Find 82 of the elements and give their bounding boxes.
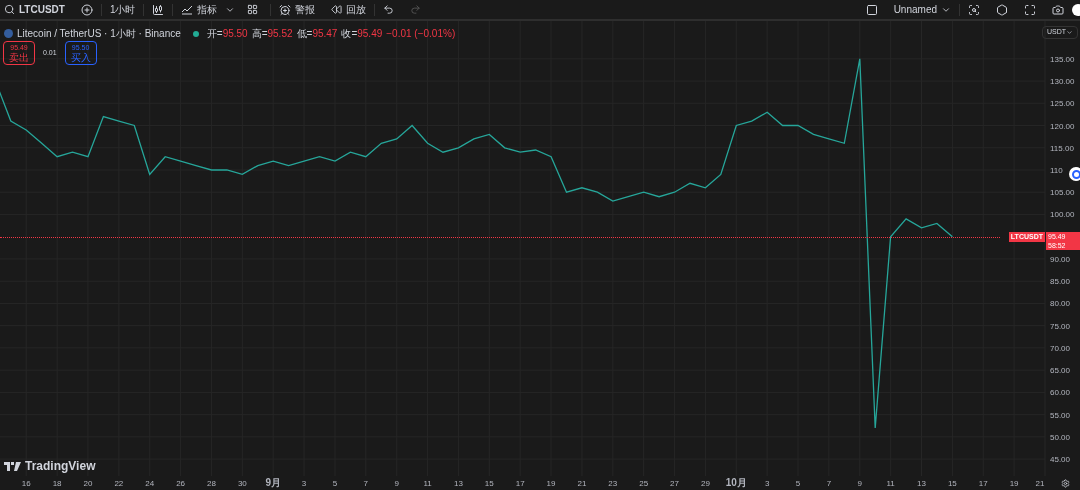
chart-title: Litecoin / TetherUS · 1小时 · Binance [17,27,181,41]
axis-label: 130.00 [1050,77,1075,87]
grid-icon[interactable] [247,4,259,15]
axis-label: 3 [764,479,770,488]
axis-label: 15 [947,479,957,488]
axis-label: 100.00 [1050,210,1075,220]
axis-label: 25 [639,479,649,488]
axis-label: 75.00 [1050,321,1071,331]
axis-label: 30 [237,479,247,488]
axis-label: 11 [423,479,432,488]
axis-label: 15 [484,479,494,488]
axis-label: 21 [577,479,587,488]
alarm-icon [279,3,292,16]
axis-label: 45.00 [1050,455,1071,465]
axis-label: 5 [795,479,801,488]
axis-label: 21 [1035,479,1045,488]
axis-label: 105.00 [1050,188,1075,198]
symbol-search[interactable]: LTCUSDT [4,2,73,17]
coin-icon [4,29,13,38]
axis-label: 125.00 [1050,99,1075,109]
axis-label: 9 [394,479,399,488]
axis-label: 90.00 [1050,254,1071,264]
axis-label: 13 [454,479,463,488]
axis-label: 13 [917,479,926,488]
axis-label: 9 [857,479,862,488]
logo-icon [4,461,21,471]
axis-label: 22 [114,479,124,488]
axis-label: 7 [826,479,832,488]
axis-label: 80.00 [1050,299,1071,309]
axis-label: 17 [978,479,988,488]
axis-label: 16 [21,479,31,488]
axis-label: 5 [332,479,338,488]
alerts-button[interactable]: 警报 [271,2,324,17]
ohlc-value: 开=95.50 [206,27,248,41]
axis-label: 3 [301,479,307,488]
refresh-icon[interactable] [1071,169,1080,179]
axis-label: 9月 [265,477,281,488]
axis-label: 29 [700,479,710,488]
layout-button[interactable]: Unnamed [889,2,941,17]
interval-button[interactable]: 1小时 [101,2,144,17]
axis-label: 60.00 [1050,388,1071,398]
rewind-icon [331,4,343,15]
axis-label: 20 [83,479,93,488]
axis-label: 110 [1050,166,1063,175]
axis-label: 18 [52,479,62,488]
add-icon[interactable] [80,3,93,16]
ohlc-value: 高=95.52 [251,27,293,41]
axis-label: 115.00 [1050,143,1074,153]
logo-text: TradingView [25,458,96,475]
axis-label: 19 [546,479,556,488]
search-icon [4,4,15,15]
axis-label: 27 [670,479,679,488]
axis-label: 65.00 [1050,366,1071,376]
axis-label: 28 [207,479,216,488]
axis-label: 19 [1009,479,1019,488]
chart-icon [181,4,194,15]
axis-label: 135.00 [1050,54,1075,64]
chevron-icon [1066,28,1073,36]
camera-icon[interactable] [1052,3,1064,16]
axis-label: 11 [886,479,895,488]
axis-label: 26 [176,479,186,488]
axis-label: 7 [363,479,369,488]
ohlc-value: 收=95.49 [341,27,383,41]
price-change: −0.01 (−0.01%) [386,27,456,41]
axis-label: 50.00 [1050,432,1071,442]
ohlc-value: 低=95.47 [296,27,338,41]
axis-label: 55.00 [1050,410,1071,420]
axis-label: 120.00 [1050,121,1075,131]
avatar[interactable] [1072,3,1080,16]
candles-icon[interactable] [152,3,165,16]
indicators-button[interactable]: 指标 [173,2,226,17]
axis-label: 85.00 [1050,277,1071,287]
axis-label: 23 [608,479,618,488]
axis-label: 17 [515,479,525,488]
axis-label: 10月 [725,477,747,488]
square-icon[interactable] [865,3,878,16]
fullscreen-icon[interactable] [1024,3,1036,16]
zoom-icon[interactable] [968,3,980,16]
axis-label: 70.00 [1050,343,1071,353]
replay-button[interactable]: 回放 [323,2,375,17]
undo-icon[interactable] [383,4,395,15]
axis-label: 24 [145,479,155,488]
